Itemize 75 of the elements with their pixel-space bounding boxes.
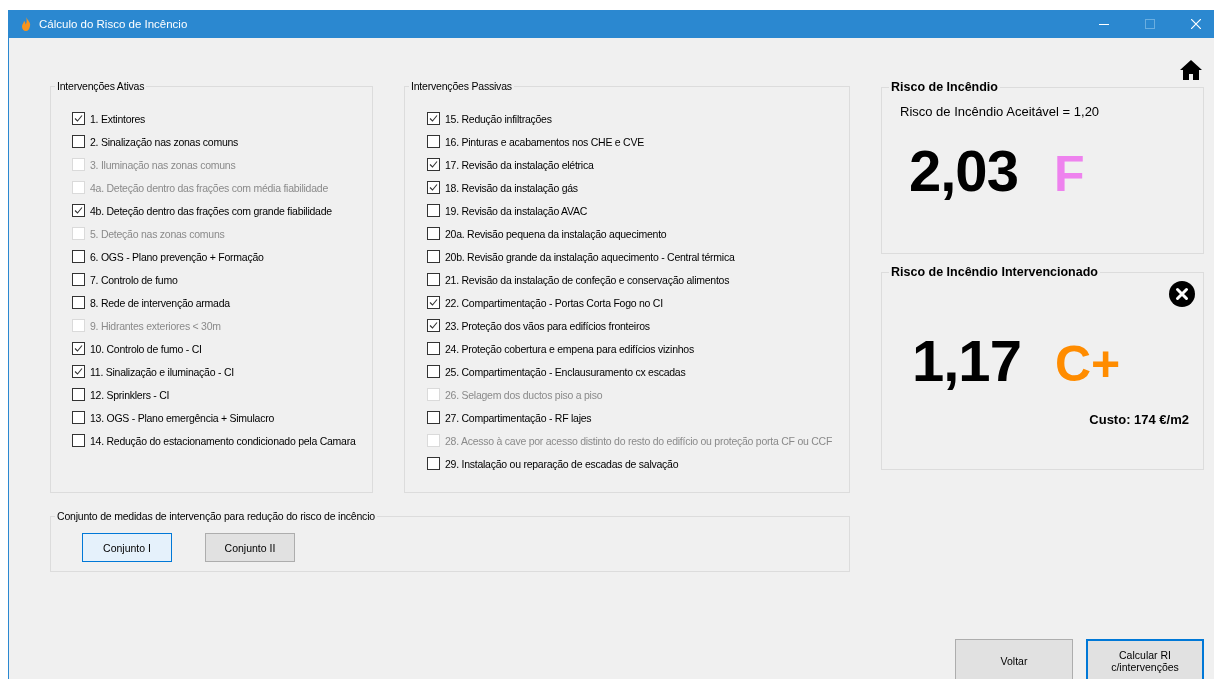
checkbox-label: 4b. Deteção dentro das frações com grande fiabilidade <box>90 204 332 217</box>
checkbox-label: 12. Sprinklers - CI <box>90 388 170 401</box>
checkbox-label: 19. Revisão da instalação AVAC <box>445 204 588 217</box>
checkbox-label: 5. Deteção nas zonas comuns <box>90 227 225 240</box>
checkbox[interactable] <box>72 204 85 217</box>
checkbox-label: 9. Hidrantes exteriores < 30m <box>90 319 221 332</box>
checkbox[interactable] <box>427 296 440 309</box>
group-title: Conjunto de medidas de intervenção para redução do risco de incêncio <box>56 510 376 522</box>
checkbox[interactable] <box>72 250 85 263</box>
checkbox-label: 20b. Revisão grande da instalação aquecimento - Central térmica <box>445 250 735 263</box>
checkbox[interactable] <box>427 365 440 378</box>
checkbox[interactable] <box>72 273 85 286</box>
set-button[interactable]: Conjunto I <box>82 533 172 562</box>
acceptable-risk-text: Risco de Incêndio Aceitável = 1,20 <box>899 103 1101 119</box>
checkbox[interactable] <box>427 319 440 332</box>
checkbox[interactable] <box>72 365 85 378</box>
checkbox-label: 27. Compartimentação - RF lajes <box>445 411 592 424</box>
checkbox-label: 17. Revisão da instalação elétrica <box>445 158 594 171</box>
checkbox-label: 16. Pinturas e acabamentos nos CHE e CVE <box>445 135 644 148</box>
checkbox[interactable] <box>427 457 440 470</box>
checkbox[interactable] <box>427 342 440 355</box>
checkbox-label: 21. Revisão da instalação de confeção e conservação alimentos <box>445 273 730 286</box>
risk-value: 2,03 <box>909 137 1018 204</box>
checkbox[interactable] <box>427 181 440 194</box>
checkbox[interactable] <box>72 434 85 447</box>
checkbox[interactable] <box>427 273 440 286</box>
checkbox-label: 4a. Deteção dentro das frações com média fiabilidade <box>90 181 328 194</box>
flame-icon <box>21 17 31 31</box>
calculate-button[interactable]: Calcular RI c/intervenções <box>1086 639 1204 679</box>
checkbox[interactable] <box>427 227 440 240</box>
checkbox-label: 8. Rede de intervenção armada <box>90 296 230 309</box>
set-button[interactable]: Conjunto II <box>205 533 295 562</box>
checkbox[interactable] <box>72 135 85 148</box>
checkbox[interactable] <box>427 158 440 171</box>
checkbox-label: 11. Sinalização e iluminação - CI <box>90 365 234 378</box>
risk-value: 1,17 <box>912 327 1021 394</box>
group-title: Intervenções Ativas <box>56 80 146 92</box>
checkbox[interactable] <box>72 342 85 355</box>
checkbox-label: 24. Proteção cobertura e empena para edifícios vizinhos <box>445 342 694 355</box>
checkbox-label: 2. Sinalização nas zonas comuns <box>90 135 239 148</box>
checkbox-label: 23. Proteção dos vãos para edifícios fronteiros <box>445 319 650 332</box>
window-title: Cálculo do Risco de Incêncio <box>39 18 188 30</box>
checkbox[interactable] <box>427 135 440 148</box>
checkbox[interactable] <box>72 296 85 309</box>
risk-grade: F <box>1053 145 1085 203</box>
checkbox[interactable] <box>427 250 440 263</box>
panel-title: Risco de Incêndio Intervencionado <box>890 265 1099 279</box>
checkbox[interactable] <box>72 388 85 401</box>
back-button[interactable]: Voltar <box>955 639 1073 679</box>
checkbox-label: 3. Iluminação nas zonas comuns <box>90 158 236 171</box>
group-title: Intervenções Passivas <box>410 80 513 92</box>
checkbox-label: 26. Selagem dos ductos piso a piso <box>445 388 603 401</box>
checkbox-label: 18. Revisão da instalação gás <box>445 181 578 194</box>
checkbox-label: 1. Extintores <box>90 112 146 125</box>
checkbox-label: 20a. Revisão pequena da instalação aquecimento <box>445 227 667 240</box>
checkbox-label: 28. Acesso à cave por acesso distinto do resto do edifício ou proteção porta CF ou CCF <box>445 434 833 447</box>
checkbox-label: 25. Compartimentação - Enclausuramento cx escadas <box>445 365 686 378</box>
checkbox-label: 13. OGS - Plano emergência + Simulacro <box>90 411 274 424</box>
checkbox[interactable] <box>72 411 85 424</box>
close-icon[interactable] <box>1169 281 1195 307</box>
checkbox-label: 15. Redução infiltrações <box>445 112 552 125</box>
checkbox[interactable] <box>72 112 85 125</box>
cost-text: Custo: 174 €/m2 <box>1089 411 1190 427</box>
risk-grade: C+ <box>1054 335 1121 393</box>
checkbox-label: 29. Instalação ou reparação de escadas de salvação <box>445 457 679 470</box>
checkbox-label: 7. Controlo de fumo <box>90 273 178 286</box>
panel-title: Risco de Incêndio <box>890 80 999 94</box>
checkbox-label: 14. Redução do estacionamento condicionado pela Camara <box>90 434 356 447</box>
checkbox[interactable] <box>427 112 440 125</box>
home-icon[interactable] <box>1180 60 1202 80</box>
checkbox[interactable] <box>427 411 440 424</box>
checkbox[interactable] <box>427 204 440 217</box>
checkbox-label: 6. OGS - Plano prevenção + Formação <box>90 250 264 263</box>
checkbox-label: 10. Controlo de fumo - CI <box>90 342 202 355</box>
checkbox-label: 22. Compartimentação - Portas Corta Fogo no CI <box>445 296 663 309</box>
